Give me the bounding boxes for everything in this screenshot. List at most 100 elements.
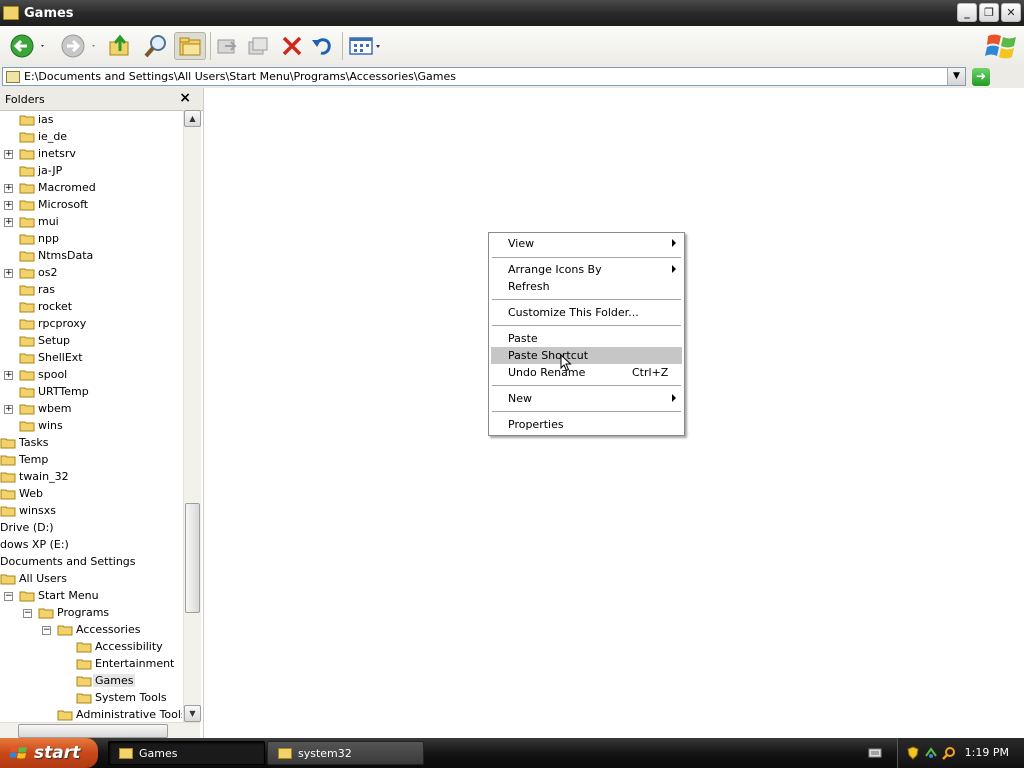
menu-item-arrange-icons-by[interactable]: Arrange Icons By xyxy=(491,261,682,278)
tree-item[interactable]: − Accessories xyxy=(0,622,182,639)
tree-item[interactable]: All Users xyxy=(0,571,182,588)
folder-icon xyxy=(19,370,35,381)
tree-item[interactable]: + mui xyxy=(0,214,182,231)
tree-item[interactable]: NtmsData xyxy=(0,248,182,265)
close-icon[interactable]: × xyxy=(179,90,191,106)
minimize-button[interactable]: _ xyxy=(957,3,977,22)
search-icon[interactable] xyxy=(942,746,956,760)
back-button[interactable] xyxy=(8,32,48,60)
menu-item-view[interactable]: View xyxy=(491,235,682,252)
tree-item[interactable]: twain_32 xyxy=(0,469,182,486)
search-button[interactable] xyxy=(142,32,170,60)
tree-vertical-scrollbar[interactable]: ▲ ▼ xyxy=(183,110,201,722)
menu-item-new[interactable]: New xyxy=(491,390,682,407)
tree-item[interactable]: npp xyxy=(0,231,182,248)
expand-icon[interactable]: + xyxy=(4,201,13,210)
tree-item[interactable]: + os2 xyxy=(0,265,182,282)
expand-icon[interactable]: + xyxy=(4,218,13,227)
taskbar-button-system32[interactable]: system32 xyxy=(267,741,424,765)
tree-item[interactable]: Accessibility xyxy=(0,639,182,656)
folder-icon xyxy=(19,217,35,228)
tree-item[interactable]: − Programs xyxy=(0,605,182,622)
folder-icon xyxy=(57,625,73,636)
folder-icon xyxy=(19,200,35,211)
tree-item-label: Accessibility xyxy=(95,640,163,653)
copy-to-button[interactable] xyxy=(244,32,272,60)
keyboard-icon[interactable] xyxy=(868,747,882,759)
folders-title: Folders xyxy=(5,92,45,106)
expand-icon[interactable]: + xyxy=(4,150,13,159)
scroll-down-button[interactable]: ▼ xyxy=(184,705,201,722)
tree-item-label: dows XP (E:) xyxy=(0,538,69,551)
menu-item-customize-folder[interactable]: Customize This Folder... xyxy=(491,304,682,321)
tree-item[interactable]: wins xyxy=(0,418,182,435)
move-to-button[interactable] xyxy=(214,32,240,60)
menu-item-undo-rename[interactable]: Undo Rename Ctrl+Z xyxy=(491,364,682,381)
tree-item[interactable]: Web xyxy=(0,486,182,503)
tree-item[interactable]: Drive (D:) xyxy=(0,520,182,537)
tree-item[interactable]: rocket xyxy=(0,299,182,316)
clock: 1:19 PM xyxy=(964,746,1009,759)
network-icon[interactable] xyxy=(924,746,938,760)
tree-item[interactable]: ie_de xyxy=(0,129,182,146)
undo-button[interactable] xyxy=(308,32,336,60)
go-button[interactable]: ➜ xyxy=(972,68,990,86)
tree-item[interactable]: Temp xyxy=(0,452,182,469)
tree-item[interactable]: rpcproxy xyxy=(0,316,182,333)
menu-item-properties[interactable]: Properties xyxy=(491,416,682,433)
start-button[interactable]: start xyxy=(0,738,98,768)
tree-item[interactable]: ShellExt xyxy=(0,350,182,367)
tree-item[interactable]: Games xyxy=(0,673,182,690)
tree-item[interactable]: ras xyxy=(0,282,182,299)
scroll-thumb[interactable] xyxy=(18,724,168,738)
tree-horizontal-scrollbar[interactable] xyxy=(0,722,200,739)
tree-item[interactable]: dows XP (E:) xyxy=(0,537,182,554)
address-dropdown-button[interactable]: ▼ xyxy=(947,68,965,85)
tree-item[interactable]: Documents and Settings xyxy=(0,554,182,571)
folder-icon xyxy=(0,472,16,483)
scroll-thumb[interactable] xyxy=(185,503,200,613)
tree-item[interactable]: + Microsoft xyxy=(0,197,182,214)
tree-item[interactable]: System Tools xyxy=(0,690,182,707)
taskbar-button-games[interactable]: Games xyxy=(108,741,265,765)
menu-item-paste[interactable]: Paste xyxy=(491,330,682,347)
delete-button[interactable] xyxy=(278,32,306,60)
tree-item[interactable]: + spool xyxy=(0,367,182,384)
tree-item-label: rpcproxy xyxy=(38,317,87,330)
menu-item-refresh[interactable]: Refresh xyxy=(491,278,682,295)
tree-item[interactable]: ja-JP xyxy=(0,163,182,180)
tree-item[interactable]: − Start Menu xyxy=(0,588,182,605)
collapse-icon[interactable]: − xyxy=(23,609,32,618)
up-button[interactable] xyxy=(106,32,134,60)
tree-item[interactable]: Entertainment xyxy=(0,656,182,673)
expand-icon[interactable]: + xyxy=(4,405,13,414)
close-button[interactable]: ✕ xyxy=(1001,3,1021,22)
tree-item-label: NtmsData xyxy=(38,249,94,262)
menu-item-label: Arrange Icons By xyxy=(508,263,602,276)
folder-icon xyxy=(0,574,16,585)
folders-header: Folders × xyxy=(0,88,203,111)
forward-button[interactable] xyxy=(58,32,100,60)
tree-item[interactable]: Tasks xyxy=(0,435,182,452)
maximize-button[interactable]: ❐ xyxy=(979,3,999,22)
menu-item-paste-shortcut[interactable]: Paste Shortcut xyxy=(491,347,682,364)
folders-button[interactable] xyxy=(174,32,206,60)
expand-icon[interactable]: + xyxy=(4,269,13,278)
tree-item[interactable]: + wbem xyxy=(0,401,182,418)
tree-item[interactable]: + Macromed xyxy=(0,180,182,197)
collapse-icon[interactable]: − xyxy=(4,592,13,601)
forward-icon xyxy=(61,34,95,58)
security-shield-icon[interactable] xyxy=(906,746,920,760)
tree-item[interactable]: URTTemp xyxy=(0,384,182,401)
expand-icon[interactable]: + xyxy=(4,184,13,193)
tree-item[interactable]: ias xyxy=(0,112,182,129)
tree-item[interactable]: + inetsrv xyxy=(0,146,182,163)
collapse-icon[interactable]: − xyxy=(42,626,51,635)
menu-separator xyxy=(492,411,681,412)
expand-icon[interactable]: + xyxy=(4,371,13,380)
tree-item[interactable]: Setup xyxy=(0,333,182,350)
views-button[interactable] xyxy=(346,32,384,60)
tree-item[interactable]: winsxs xyxy=(0,503,182,520)
scroll-up-button[interactable]: ▲ xyxy=(184,110,201,127)
address-field[interactable]: E:\Documents and Settings\All Users\Star… xyxy=(2,67,966,86)
